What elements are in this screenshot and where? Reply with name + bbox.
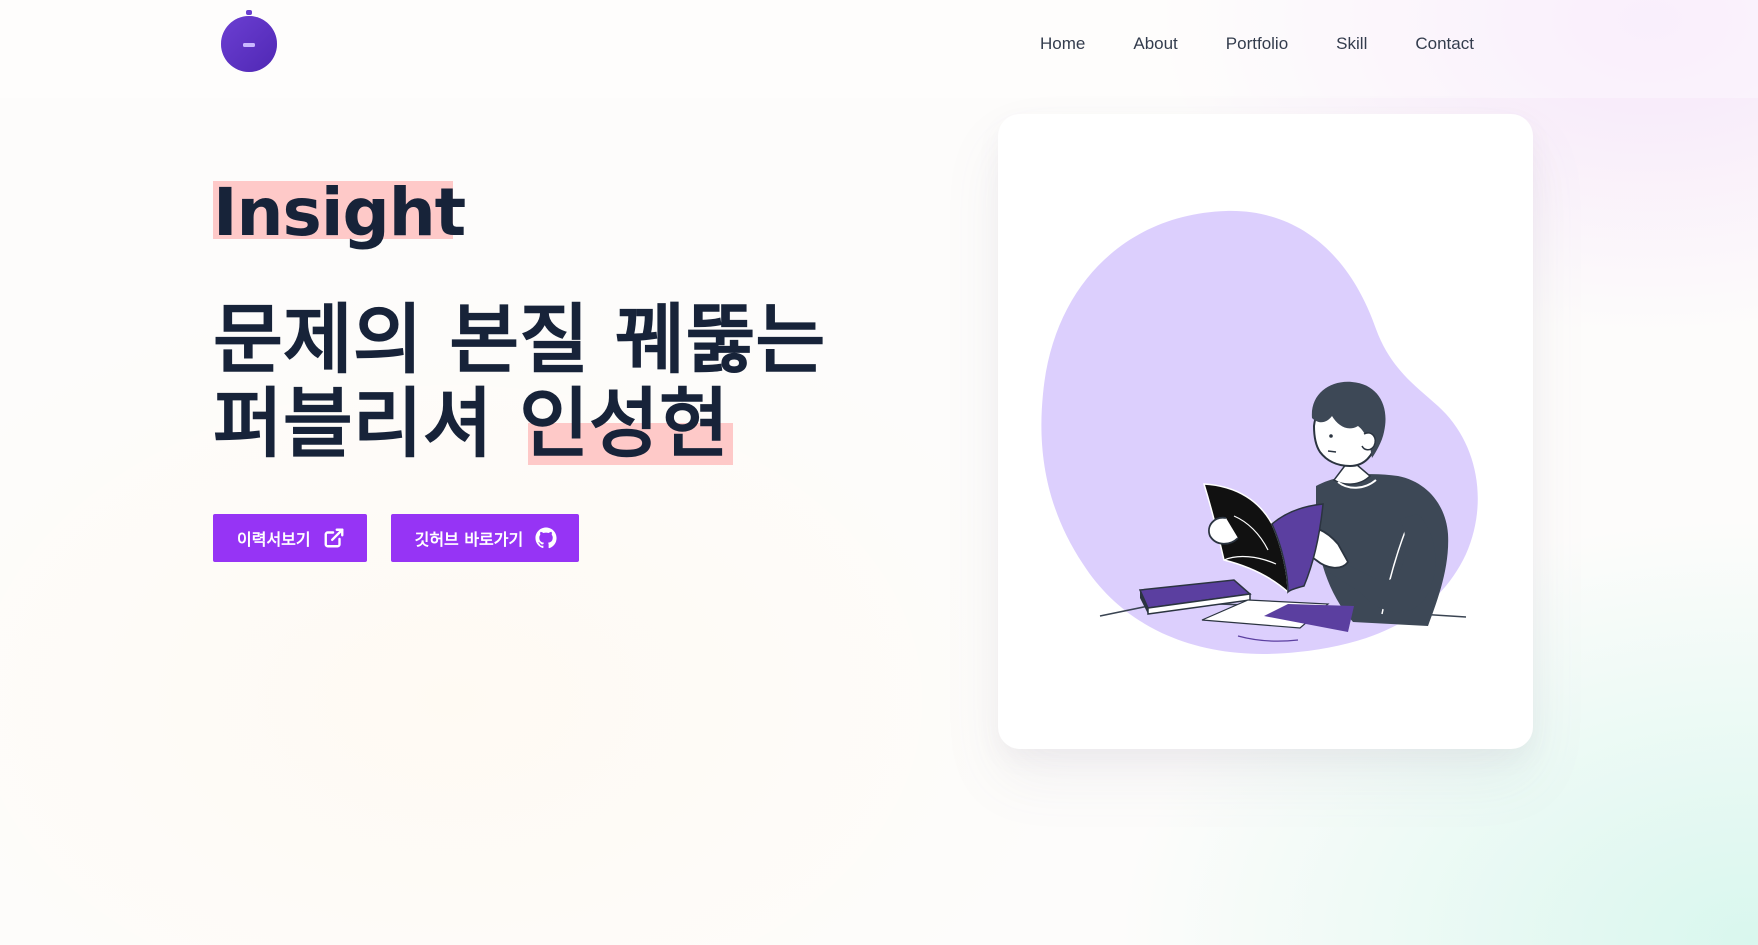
github-button-label: 깃허브 바로가기 xyxy=(414,530,524,549)
hero-buttons: 이력서보기 깃허브 바로가기 xyxy=(213,514,580,562)
eyebrow-title: Insight xyxy=(213,174,466,251)
nav-skill[interactable]: Skill xyxy=(1336,32,1367,56)
person-ear xyxy=(1361,432,1376,451)
main-nav: Home About Portfolio Skill Contact xyxy=(1040,32,1474,56)
hero-headline: 문제의 본질 꿰뚫는 퍼블리셔 인성현 xyxy=(213,298,1013,466)
man-reading-book-illustration xyxy=(1041,210,1478,654)
external-link-icon xyxy=(323,527,345,549)
site-header: Home About Portfolio Skill Contact xyxy=(0,0,1758,98)
resume-button-label: 이력서보기 xyxy=(237,530,311,549)
headline-line-1: 문제의 본질 꿰뚫는 xyxy=(213,295,826,384)
headline-name: 인성현 xyxy=(519,379,729,468)
nav-home[interactable]: Home xyxy=(1040,32,1085,56)
github-button[interactable]: 깃허브 바로가기 xyxy=(390,514,580,562)
illustration-card xyxy=(998,114,1533,749)
headline-line-2: 퍼블리셔 인성현 xyxy=(213,382,1013,466)
github-icon xyxy=(535,527,557,549)
nav-about[interactable]: About xyxy=(1133,32,1177,56)
stopwatch-logo-icon[interactable] xyxy=(219,10,279,72)
hero-section: Insight 문제의 본질 꿰뚫는 퍼블리셔 인성현 xyxy=(213,170,1013,466)
nav-contact[interactable]: Contact xyxy=(1415,32,1474,56)
headline-role: 퍼블리셔 xyxy=(213,379,520,468)
eyebrow-block: Insight xyxy=(213,170,466,260)
nav-portfolio[interactable]: Portfolio xyxy=(1226,32,1288,56)
resume-button[interactable]: 이력서보기 xyxy=(213,514,367,562)
